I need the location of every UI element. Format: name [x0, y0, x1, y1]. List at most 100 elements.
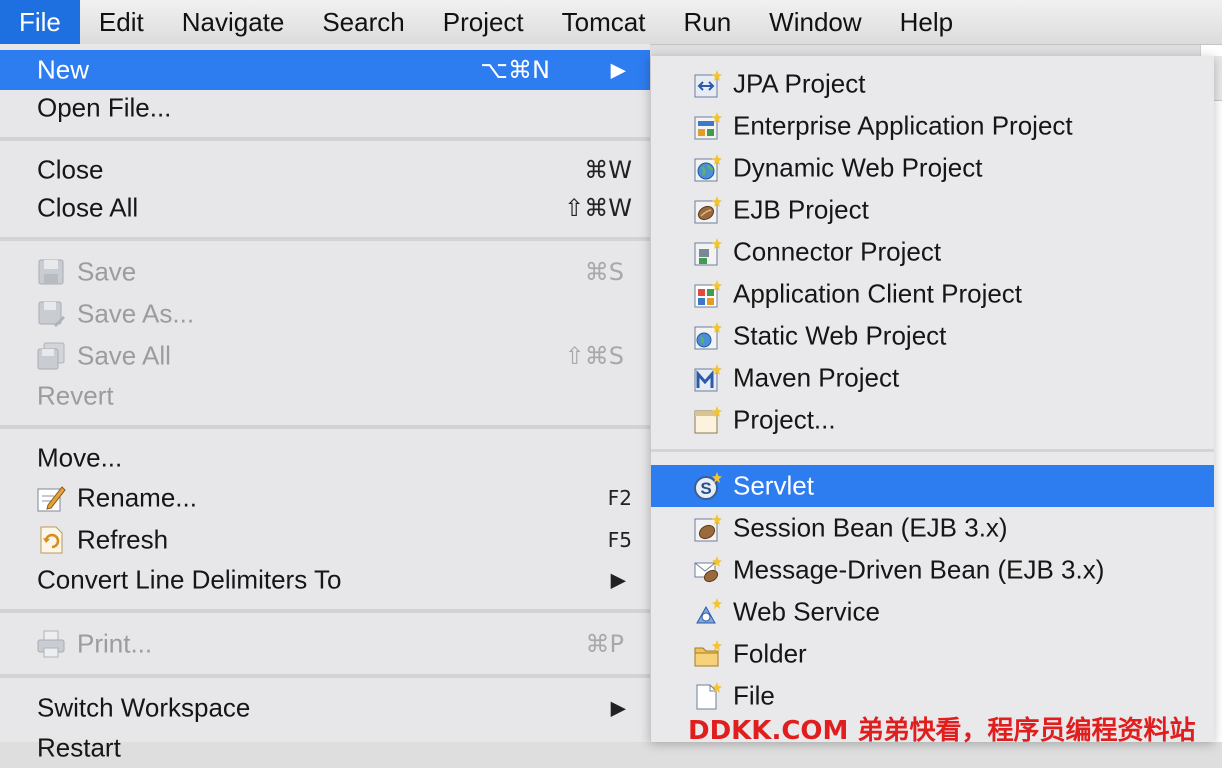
submenu-item-application-client-project[interactable]: Application Client Project: [651, 273, 1214, 315]
menu-item-refresh-label: Refresh: [77, 524, 169, 555]
submenu-item-label: File: [733, 680, 775, 711]
submenu-item-enterprise-application-project[interactable]: Enterprise Application Project: [651, 105, 1214, 147]
submenu-item-label: Enterprise Application Project: [733, 110, 1073, 141]
web-service-icon: [696, 598, 722, 624]
menu-item-close-all-shortcut: ⇧⌘W: [564, 194, 632, 222]
submenu-item-label: JPA Project: [733, 68, 866, 99]
save-all-icon: [37, 342, 65, 370]
menu-item-switch-workspace-label: Switch Workspace: [37, 692, 251, 723]
submenu-item-label: Application Client Project: [733, 278, 1023, 309]
save-as-icon: [38, 301, 65, 327]
session-bean-icon: [694, 514, 722, 542]
menu-search[interactable]: Search: [303, 0, 423, 44]
submenu-item-label: EJB Project: [733, 194, 869, 225]
connector-project-icon: [694, 238, 722, 266]
menu-item-refresh[interactable]: Refresh F5: [0, 520, 650, 560]
menu-item-new-label: New: [37, 54, 90, 85]
menu-item-new[interactable]: New ⌥⌘N ▶: [0, 50, 650, 90]
menu-item-move[interactable]: Move...: [0, 438, 650, 478]
submenu-item-session-bean[interactable]: Session Bean (EJB 3.x): [651, 507, 1214, 549]
print-icon: [37, 630, 65, 658]
menu-separator: [0, 237, 650, 241]
submenu-item-label: Web Service: [733, 596, 880, 627]
submenu-item-project[interactable]: Project...: [651, 399, 1214, 441]
menu-item-save-label: Save: [77, 256, 137, 287]
menu-item-print-shortcut: ⌘P: [585, 630, 624, 658]
submenu-item-ejb-project[interactable]: EJB Project: [651, 189, 1214, 231]
ejb-project-icon: [694, 196, 722, 224]
menu-item-rename-label: Rename...: [77, 482, 197, 513]
menu-separator: [0, 609, 650, 613]
menu-item-rename-shortcut: F2: [607, 486, 632, 510]
submenu-item-label: Dynamic Web Project: [733, 152, 983, 183]
menu-item-print-label: Print...: [77, 628, 153, 659]
submenu-item-label: Folder: [733, 638, 807, 669]
rename-icon: [37, 486, 66, 512]
folder-icon: [694, 640, 722, 667]
project-icon: [694, 406, 722, 434]
jpa-project-icon: [694, 70, 722, 98]
menu-item-revert[interactable]: Revert: [0, 376, 650, 416]
menu-item-save-all[interactable]: Save All ⇧⌘S: [0, 336, 650, 376]
menu-item-save-all-shortcut: ⇧⌘S: [564, 342, 624, 370]
mdb-icon: [694, 556, 722, 583]
file-icon: [696, 682, 722, 710]
menu-item-close-all-label: Close All: [37, 192, 139, 223]
save-icon: [38, 259, 64, 285]
servlet-icon: S: [694, 472, 722, 500]
menu-help[interactable]: Help: [881, 0, 972, 44]
submenu-item-maven-project[interactable]: Maven Project: [651, 357, 1214, 399]
submenu-arrow-icon: ▶: [610, 697, 626, 720]
menu-item-save[interactable]: Save ⌘S: [0, 252, 650, 292]
submenu-separator: [651, 449, 1214, 452]
menu-separator: [0, 425, 650, 429]
submenu-item-label: Project...: [733, 404, 836, 435]
static-web-icon: [694, 322, 722, 350]
submenu-item-servlet[interactable]: S Servlet: [651, 465, 1214, 507]
menu-item-convert-line-delimiters[interactable]: Convert Line Delimiters To ▶: [0, 560, 650, 600]
menu-item-close-shortcut: ⌘W: [584, 156, 632, 184]
svg-text:S: S: [700, 479, 711, 498]
submenu-item-label: Static Web Project: [733, 320, 947, 351]
file-menu: New ⌥⌘N ▶ Open File... Close ⌘W Close Al…: [0, 44, 650, 763]
menu-item-new-shortcut: ⌥⌘N: [480, 56, 550, 84]
menu-item-restart[interactable]: Restart: [0, 728, 650, 768]
submenu-item-connector-project[interactable]: Connector Project: [651, 231, 1214, 273]
menu-run[interactable]: Run: [664, 0, 750, 44]
submenu-item-static-web-project[interactable]: Static Web Project: [651, 315, 1214, 357]
submenu-item-web-service[interactable]: Web Service: [651, 591, 1214, 633]
submenu-item-jpa-project[interactable]: JPA Project: [651, 63, 1214, 105]
submenu-item-message-driven-bean[interactable]: Message-Driven Bean (EJB 3.x): [651, 549, 1214, 591]
menu-tomcat[interactable]: Tomcat: [543, 0, 665, 44]
menu-item-open-file[interactable]: Open File...: [0, 88, 650, 128]
menu-file[interactable]: File: [0, 0, 80, 44]
menu-item-close-all[interactable]: Close All ⇧⌘W: [0, 188, 650, 228]
menu-item-rename[interactable]: Rename... F2: [0, 478, 650, 518]
submenu-item-label: Maven Project: [733, 362, 900, 393]
menu-item-switch-workspace[interactable]: Switch Workspace ▶: [0, 688, 650, 728]
submenu-item-dynamic-web-project[interactable]: Dynamic Web Project: [651, 147, 1214, 189]
submenu-arrow-icon: ▶: [610, 59, 626, 82]
menu-item-close-label: Close: [37, 154, 104, 185]
menu-item-convert-label: Convert Line Delimiters To: [37, 564, 342, 595]
new-submenu: JPA Project Enterprise Application Proje…: [650, 56, 1214, 742]
submenu-item-folder[interactable]: Folder: [651, 633, 1214, 675]
enterprise-app-icon: [694, 112, 722, 140]
refresh-icon: [40, 526, 63, 554]
menu-navigate[interactable]: Navigate: [163, 0, 304, 44]
menu-item-print[interactable]: Print... ⌘P: [0, 624, 650, 664]
menu-item-close[interactable]: Close ⌘W: [0, 150, 650, 190]
dynamic-web-icon: [694, 154, 722, 182]
menu-item-save-as-label: Save As...: [77, 298, 195, 329]
menu-item-revert-label: Revert: [37, 380, 114, 411]
menu-item-move-label: Move...: [37, 442, 123, 473]
submenu-item-label: Connector Project: [733, 236, 942, 267]
menu-project[interactable]: Project: [424, 0, 543, 44]
menu-bar: File Edit Navigate Search Project Tomcat…: [0, 0, 1222, 45]
menu-window[interactable]: Window: [750, 0, 880, 44]
menu-edit[interactable]: Edit: [80, 0, 163, 44]
submenu-arrow-icon: ▶: [610, 569, 626, 592]
menu-item-save-as[interactable]: Save As...: [0, 294, 650, 334]
menu-item-open-file-label: Open File...: [37, 92, 172, 123]
menu-item-restart-label: Restart: [37, 732, 121, 763]
